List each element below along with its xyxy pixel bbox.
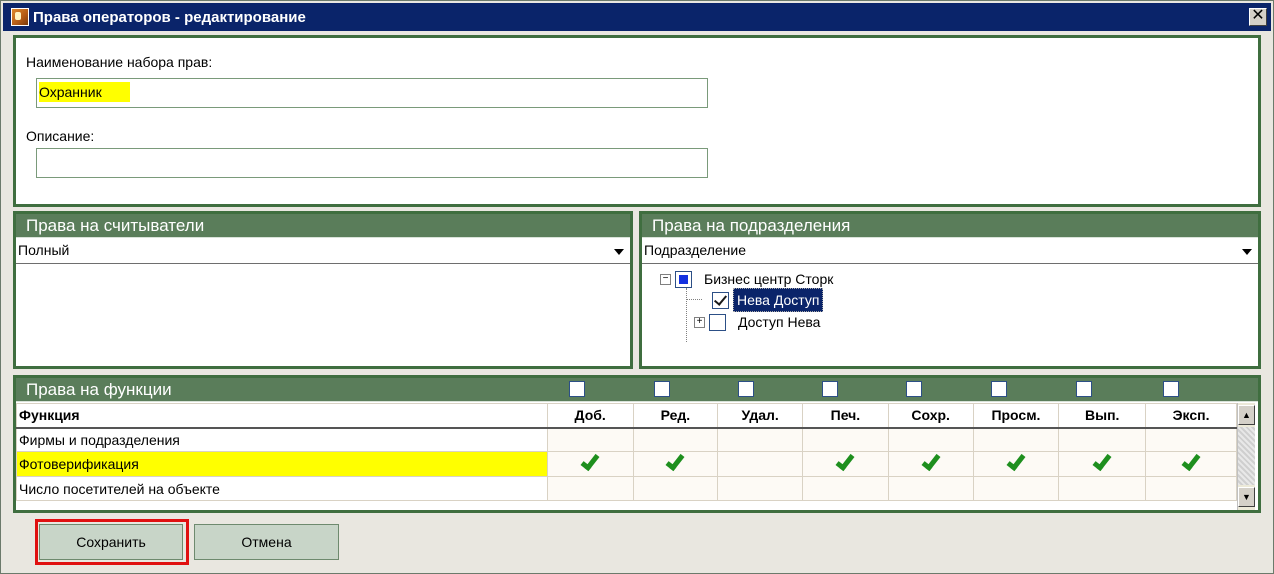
checkmark-icon: [665, 450, 685, 471]
close-button[interactable]: ✕: [1249, 8, 1267, 26]
dropdown-arrow-icon[interactable]: [614, 249, 624, 255]
right-cell[interactable]: [1145, 450, 1237, 477]
checkmark-icon: [580, 450, 600, 471]
function-name: Фирмы и подразделения: [16, 427, 548, 452]
scroll-up-icon[interactable]: ▲: [1238, 405, 1255, 425]
rights-edit-window: Права операторов - редактирование ✕ Наим…: [0, 0, 1274, 574]
column-select-all-checkbox[interactable]: [822, 381, 838, 397]
right-cell[interactable]: [546, 427, 634, 452]
col-header-view[interactable]: Просм.: [972, 403, 1060, 429]
dropdown-arrow-icon[interactable]: [1242, 249, 1252, 255]
right-cell[interactable]: [887, 427, 974, 452]
col-header-execute[interactable]: Вып.: [1058, 403, 1147, 429]
column-select-all-checkbox[interactable]: [569, 381, 585, 397]
table-row[interactable]: Фотоверификация: [16, 450, 1237, 477]
checkmark-icon: [1006, 450, 1026, 471]
tree-item-label: Доступ Нева: [738, 314, 821, 330]
table-header-row: Функция Доб. Ред. Удал. Печ. Сохр. Просм…: [16, 403, 1237, 429]
function-name: Фотоверификация: [17, 452, 547, 476]
column-select-all-checkbox[interactable]: [1163, 381, 1179, 397]
right-cell[interactable]: [1145, 476, 1237, 501]
readers-header: Права на считыватели: [16, 214, 630, 238]
readers-combo-value: Полный: [18, 242, 70, 258]
collapse-icon[interactable]: −: [660, 273, 671, 285]
readers-combo[interactable]: Полный: [16, 238, 630, 264]
column-select-all-checkbox[interactable]: [654, 381, 670, 397]
col-header-add[interactable]: Доб.: [546, 403, 634, 429]
right-cell[interactable]: [802, 476, 889, 501]
right-cell[interactable]: [1145, 427, 1237, 452]
col-header-function[interactable]: Функция: [16, 403, 548, 429]
checkmark-icon: [921, 450, 941, 471]
description-label: Описание:: [26, 128, 95, 144]
save-button[interactable]: Сохранить: [39, 524, 183, 560]
name-value: Охранник: [39, 82, 130, 102]
right-cell[interactable]: [887, 476, 974, 501]
col-header-export[interactable]: Эксп.: [1145, 403, 1237, 429]
right-cell[interactable]: [546, 450, 634, 477]
table-row[interactable]: Число посетителей на объекте: [16, 476, 1237, 501]
app-icon: [11, 8, 29, 26]
tree-item-label: Бизнес центр Сторк: [704, 271, 834, 287]
right-cell[interactable]: [632, 450, 719, 477]
tree-item-label: Нева Доступ: [733, 288, 824, 312]
column-select-all-checkbox[interactable]: [906, 381, 922, 397]
tree-checkbox[interactable]: [709, 313, 726, 331]
departments-panel: Права на подразделения Подразделение − Б…: [639, 211, 1261, 369]
departments-combo[interactable]: Подразделение: [642, 238, 1258, 264]
description-input[interactable]: [36, 148, 708, 178]
title-bar[interactable]: Права операторов - редактирование ✕: [3, 3, 1271, 31]
tree-checkbox[interactable]: [712, 291, 729, 309]
right-cell[interactable]: [1058, 427, 1147, 452]
scroll-track[interactable]: [1238, 427, 1255, 485]
right-cell[interactable]: [1058, 450, 1147, 477]
name-input[interactable]: Охранник: [36, 78, 708, 108]
column-select-all-checkbox[interactable]: [738, 381, 754, 397]
col-header-delete[interactable]: Удал.: [717, 403, 804, 429]
expand-icon[interactable]: +: [694, 316, 705, 328]
col-header-save[interactable]: Сохр.: [887, 403, 974, 429]
checkmark-icon: [1181, 450, 1201, 471]
functions-panel: Права на функции Функция Доб. Ред. Удал.…: [13, 375, 1261, 513]
tree-item[interactable]: − Бизнес центр Сторк: [660, 268, 833, 290]
right-cell[interactable]: [802, 450, 889, 477]
tree-item[interactable]: + Доступ Нева: [694, 311, 820, 333]
right-cell[interactable]: [632, 476, 719, 501]
function-name-cell: Фотоверификация: [16, 451, 548, 477]
right-cell[interactable]: [632, 427, 719, 452]
name-label: Наименование набора прав:: [26, 54, 213, 70]
functions-header: Права на функции: [16, 378, 1258, 402]
right-cell[interactable]: [717, 451, 804, 477]
departments-combo-value: Подразделение: [644, 242, 747, 258]
right-cell[interactable]: [546, 476, 634, 501]
vertical-scrollbar[interactable]: ▲ ▼: [1237, 403, 1255, 510]
checkmark-icon: [835, 450, 855, 471]
right-cell[interactable]: [802, 427, 889, 452]
right-cell[interactable]: [972, 476, 1060, 501]
right-cell[interactable]: [972, 427, 1060, 452]
table-row[interactable]: Фирмы и подразделения: [16, 427, 1237, 452]
right-cell[interactable]: [717, 476, 804, 501]
tree-checkbox[interactable]: [675, 270, 692, 288]
column-select-all-checkbox[interactable]: [991, 381, 1007, 397]
col-header-edit[interactable]: Ред.: [632, 403, 719, 429]
col-header-print[interactable]: Печ.: [802, 403, 889, 429]
cancel-button[interactable]: Отмена: [194, 524, 339, 560]
readers-panel: Права на считыватели Полный: [13, 211, 633, 369]
function-name: Число посетителей на объекте: [16, 476, 548, 501]
tree-item[interactable]: Нева Доступ: [712, 288, 824, 312]
scroll-down-icon[interactable]: ▼: [1238, 487, 1255, 507]
functions-table: Функция Доб. Ред. Удал. Печ. Сохр. Просм…: [16, 403, 1237, 501]
departments-header: Права на подразделения: [642, 214, 1258, 238]
right-cell[interactable]: [887, 450, 974, 477]
right-cell[interactable]: [1058, 476, 1147, 501]
department-tree: − Бизнес центр Сторк Нева Доступ + Досту…: [642, 268, 1258, 364]
right-cell[interactable]: [972, 450, 1060, 477]
functions-title: Права на функции: [26, 380, 172, 399]
checkmark-icon: [1092, 450, 1112, 471]
general-panel: Наименование набора прав: Охранник Описа…: [13, 35, 1261, 207]
window-title: Права операторов - редактирование: [33, 8, 306, 26]
right-cell[interactable]: [717, 427, 804, 452]
column-select-all-checkbox[interactable]: [1076, 381, 1092, 397]
